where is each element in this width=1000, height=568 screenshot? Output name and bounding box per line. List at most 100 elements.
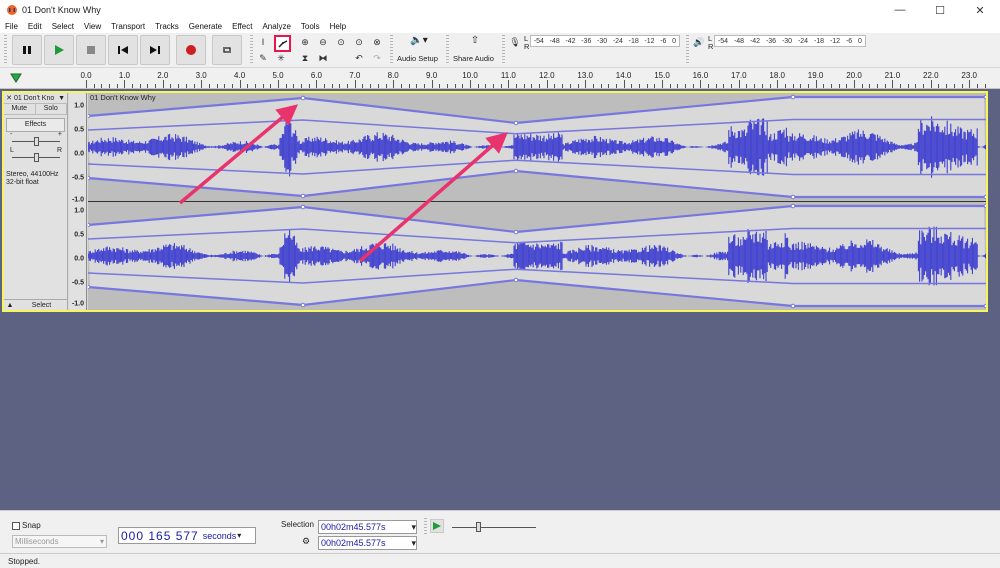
record-button[interactable] bbox=[176, 35, 206, 65]
ruler-minor-tick bbox=[646, 84, 648, 88]
selection-tool[interactable]: I bbox=[256, 35, 270, 49]
record-meter-button[interactable]: 🎙 bbox=[508, 35, 522, 49]
ruler-minor-tick bbox=[800, 84, 802, 88]
audio-setup-grip[interactable] bbox=[390, 35, 393, 65]
speed-thumb[interactable] bbox=[476, 522, 481, 532]
ruler-tick-label: 16.0 bbox=[692, 71, 709, 80]
minimize-button[interactable]: — bbox=[880, 0, 920, 20]
ruler-minor-tick bbox=[654, 84, 656, 88]
ruler-minor-tick bbox=[869, 84, 871, 88]
audio-setup-label: Audio Setup bbox=[397, 54, 438, 63]
play-tick: -30 bbox=[781, 37, 793, 45]
record-meter[interactable]: -54 -48 -42 -36 -30 -24 -18 -12 -6 0 bbox=[530, 35, 680, 47]
ruler-minor-tick bbox=[231, 84, 233, 88]
stop-icon bbox=[87, 46, 95, 54]
play-meter-button[interactable]: 🔊 bbox=[692, 35, 706, 49]
fit-selection-button[interactable]: ⊙ bbox=[334, 35, 348, 49]
ruler-minor-tick bbox=[331, 84, 333, 88]
ruler-minor-tick bbox=[500, 84, 502, 88]
tools-grip[interactable] bbox=[250, 35, 253, 65]
menu-tools[interactable]: Tools bbox=[298, 22, 323, 31]
meter-grip[interactable] bbox=[502, 35, 505, 65]
ruler-minor-tick bbox=[953, 84, 955, 88]
stop-button[interactable] bbox=[76, 35, 106, 65]
snap-checkbox[interactable] bbox=[12, 521, 20, 530]
playback-speed-slider[interactable] bbox=[450, 520, 538, 534]
menu-file[interactable]: File bbox=[2, 22, 21, 31]
fit-project-button[interactable]: ⊙ bbox=[352, 35, 366, 49]
zoom-fit-icon: ⊙ bbox=[355, 36, 363, 47]
ruler-tick bbox=[124, 80, 126, 88]
maximize-button[interactable]: ☐ bbox=[920, 0, 960, 20]
title-bar: 01 Don't Know Why — ☐ ✕ bbox=[0, 0, 1000, 20]
ruler-minor-tick bbox=[516, 84, 518, 88]
multi-tool[interactable]: ✳ bbox=[274, 51, 288, 65]
selection-start-field[interactable]: 00h02m45.577s ▾ bbox=[318, 520, 417, 534]
play-at-speed-grip[interactable] bbox=[424, 518, 427, 536]
envelope-icon bbox=[277, 39, 287, 48]
playback-meter[interactable]: -54 -48 -42 -36 -30 -24 -18 -12 -6 0 bbox=[714, 35, 866, 47]
menu-edit[interactable]: Edit bbox=[25, 22, 45, 31]
skip-to-end-button[interactable] bbox=[140, 35, 170, 65]
silence-button[interactable]: ⧓ bbox=[316, 51, 330, 65]
zoom-in-button[interactable]: ⊕ bbox=[298, 35, 312, 49]
ruler-tick-label: 10.0 bbox=[462, 71, 478, 80]
play-tick: -24 bbox=[797, 37, 809, 45]
ruler-tick-label: 6.0 bbox=[310, 71, 322, 80]
skip-end-icon bbox=[150, 46, 160, 54]
play-meter-grip[interactable] bbox=[686, 35, 689, 65]
zoom-out-button[interactable]: ⊖ bbox=[316, 35, 330, 49]
ruler-minor-tick bbox=[600, 84, 602, 88]
ruler-tick-label: 11.0 bbox=[500, 71, 516, 80]
audio-setup-button[interactable]: 🔈▾ Audio Setup bbox=[396, 35, 442, 65]
envelope-tool[interactable] bbox=[274, 35, 291, 52]
trim-button[interactable]: ⧗ bbox=[298, 51, 312, 65]
time-display[interactable]: 000 165 577 seconds ▾ bbox=[118, 527, 256, 544]
menu-view[interactable]: View bbox=[81, 22, 104, 31]
rec-meter-R: R bbox=[524, 42, 530, 51]
play-button[interactable] bbox=[44, 35, 74, 65]
ruler-minor-tick bbox=[984, 84, 986, 88]
skip-to-start-button[interactable] bbox=[108, 35, 138, 65]
toolbar-grip[interactable] bbox=[4, 35, 7, 65]
menu-bar: File Edit Select View Transport Tracks G… bbox=[0, 20, 1000, 33]
play-at-speed-button[interactable] bbox=[430, 519, 444, 533]
menu-tracks[interactable]: Tracks bbox=[152, 22, 182, 31]
play-tick: -18 bbox=[813, 37, 825, 45]
close-button[interactable]: ✕ bbox=[960, 0, 1000, 20]
ruler-tick bbox=[354, 80, 356, 88]
sel-end-value: 00h02m45.577s bbox=[321, 538, 386, 548]
menu-help[interactable]: Help bbox=[327, 22, 349, 31]
ruler-minor-tick bbox=[961, 84, 963, 88]
ruler-tick bbox=[623, 80, 625, 88]
ruler-minor-tick bbox=[400, 84, 402, 88]
draw-tool[interactable]: ✎ bbox=[256, 51, 270, 65]
ruler-minor-tick bbox=[185, 84, 187, 88]
ruler-minor-tick bbox=[846, 84, 848, 88]
silence-icon: ⧓ bbox=[318, 52, 328, 63]
pause-button[interactable] bbox=[12, 35, 42, 65]
ruler-minor-tick bbox=[631, 84, 633, 88]
rec-tick: -18 bbox=[628, 37, 639, 45]
zoom-toggle-button[interactable]: ⊗ bbox=[370, 35, 384, 49]
snap-unit-select[interactable]: Milliseconds ▾ bbox=[12, 535, 107, 548]
menu-select[interactable]: Select bbox=[49, 22, 77, 31]
menu-generate[interactable]: Generate bbox=[186, 22, 225, 31]
ruler-minor-tick bbox=[155, 84, 157, 88]
play-tick: -54 bbox=[717, 37, 729, 45]
selection-end-field[interactable]: 00h02m45.577s ▾ bbox=[318, 536, 417, 550]
loop-button[interactable] bbox=[212, 35, 242, 65]
menu-analyze[interactable]: Analyze bbox=[259, 22, 293, 31]
settings-gear-icon[interactable]: ⚙ bbox=[302, 536, 310, 547]
share-audio-button[interactable]: ⇧ Share Audio bbox=[452, 35, 498, 65]
undo-button[interactable]: ↶ bbox=[352, 51, 366, 65]
share-grip[interactable] bbox=[446, 35, 449, 65]
track-area[interactable]: ✕ 01 Don't Kno ▼ Mute Solo Effects - + L… bbox=[0, 89, 1000, 510]
menu-transport[interactable]: Transport bbox=[108, 22, 148, 31]
timeline-ruler[interactable]: 0.0 1.0 2.0 3.0 4.0 5.0 6.0 7.0 8.0 9.0 10.0 11.0 12… bbox=[0, 69, 1000, 89]
timeline-options-icon[interactable] bbox=[10, 72, 22, 84]
ruler-tick-label: 0.0 bbox=[80, 71, 92, 80]
ruler-tick bbox=[777, 80, 779, 88]
redo-button[interactable]: ↷ bbox=[370, 51, 384, 65]
menu-effect[interactable]: Effect bbox=[229, 22, 255, 31]
